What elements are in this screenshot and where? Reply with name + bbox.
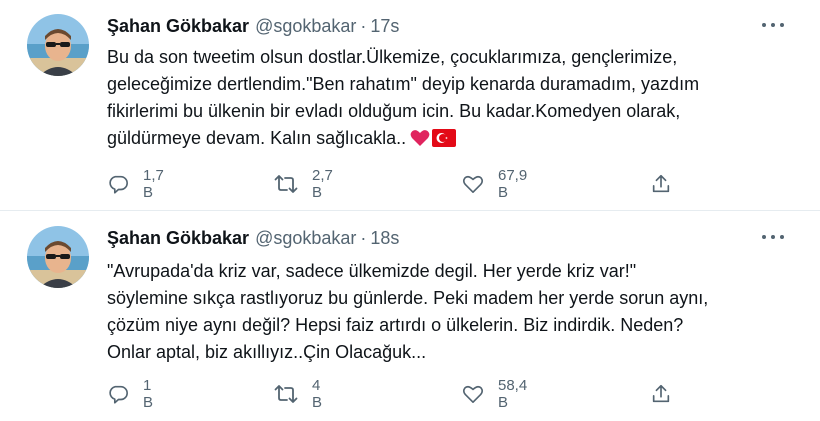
tweet-text-line: "Avrupada'da kriz var, sadece ülkemizde … [107, 261, 637, 281]
retweet-count: 4 B [312, 377, 323, 411]
like-button[interactable]: 67,9 B [462, 167, 527, 201]
more-options-icon[interactable] [762, 230, 784, 244]
tweet-text-line: çözüm niye aynı değil? Hepsi faiz artırd… [107, 315, 684, 335]
reply-button[interactable]: 1,7 B [107, 167, 164, 201]
retweet-icon [274, 173, 298, 195]
like-icon [462, 174, 484, 194]
reply-count: 1 B [143, 377, 154, 411]
tweet-2[interactable]: Şahan Gökbakar @sgokbakar · 18s "Avrupada'd… [0, 212, 820, 421]
share-button[interactable] [650, 172, 672, 196]
reply-icon [107, 383, 129, 405]
tweet-header: Şahan Gökbakar @sgokbakar · 17s [107, 14, 399, 38]
tweet-divider [0, 210, 820, 211]
like-icon [462, 384, 484, 404]
reply-icon [107, 173, 129, 195]
more-options-icon[interactable] [762, 18, 784, 32]
tweet-text: "Avrupada'da kriz var, sadece ülkemizde … [107, 258, 797, 366]
separator: · [360, 16, 367, 36]
red-heart-icon [410, 128, 430, 155]
turkey-flag-icon [432, 128, 457, 155]
avatar[interactable] [27, 14, 89, 76]
like-button[interactable]: 58,4 B [462, 377, 527, 411]
retweet-button[interactable]: 2,7 B [274, 167, 333, 201]
share-icon [650, 383, 672, 405]
tweet-text-line: Bu da son tweetim olsun dostlar.Ülkemize… [107, 47, 678, 67]
retweet-count: 2,7 B [312, 167, 333, 201]
separator: · [360, 228, 367, 248]
tweet-text-line: fikirlerimi bu ülkenin bir evladı olduğu… [107, 101, 681, 121]
tweet-1[interactable]: Şahan Gökbakar @sgokbakar · 17s Bu da son t… [0, 0, 820, 210]
author-handle[interactable]: @sgokbakar [255, 228, 356, 248]
like-count: 67,9 B [498, 167, 528, 201]
tweet-header: Şahan Gökbakar @sgokbakar · 18s [107, 226, 399, 250]
share-button[interactable] [650, 382, 672, 406]
tweet-text-line-last: güldürmeye devam. Kalın sağlıcakla.. [107, 125, 797, 155]
timestamp[interactable]: 17s [370, 16, 399, 36]
retweet-icon [274, 383, 298, 405]
tweet-text-line-content: güldürmeye devam. Kalın sağlıcakla.. [107, 128, 407, 148]
tweet-text: Bu da son tweetim olsun dostlar.Ülkemize… [107, 44, 797, 155]
author-handle[interactable]: @sgokbakar [255, 16, 356, 36]
tweet-text-line: söylemine sıkça rastlıyoruz bu günlerde.… [107, 288, 709, 308]
retweet-button[interactable]: 4 B [274, 377, 322, 411]
tweet-text-line: geleceğimize dertlendim."Ben rahatım" de… [107, 74, 700, 94]
reply-button[interactable]: 1 B [107, 377, 153, 411]
like-count: 58,4 B [498, 377, 528, 411]
tweet-text-line: Onlar aptal, biz akıllıyız..Çin Olacağuk… [107, 342, 427, 362]
author-name[interactable]: Şahan Gökbakar [107, 228, 249, 248]
share-icon [650, 173, 672, 195]
reply-count: 1,7 B [143, 167, 164, 201]
timestamp[interactable]: 18s [370, 228, 399, 248]
avatar[interactable] [27, 226, 89, 288]
author-name[interactable]: Şahan Gökbakar [107, 16, 249, 36]
